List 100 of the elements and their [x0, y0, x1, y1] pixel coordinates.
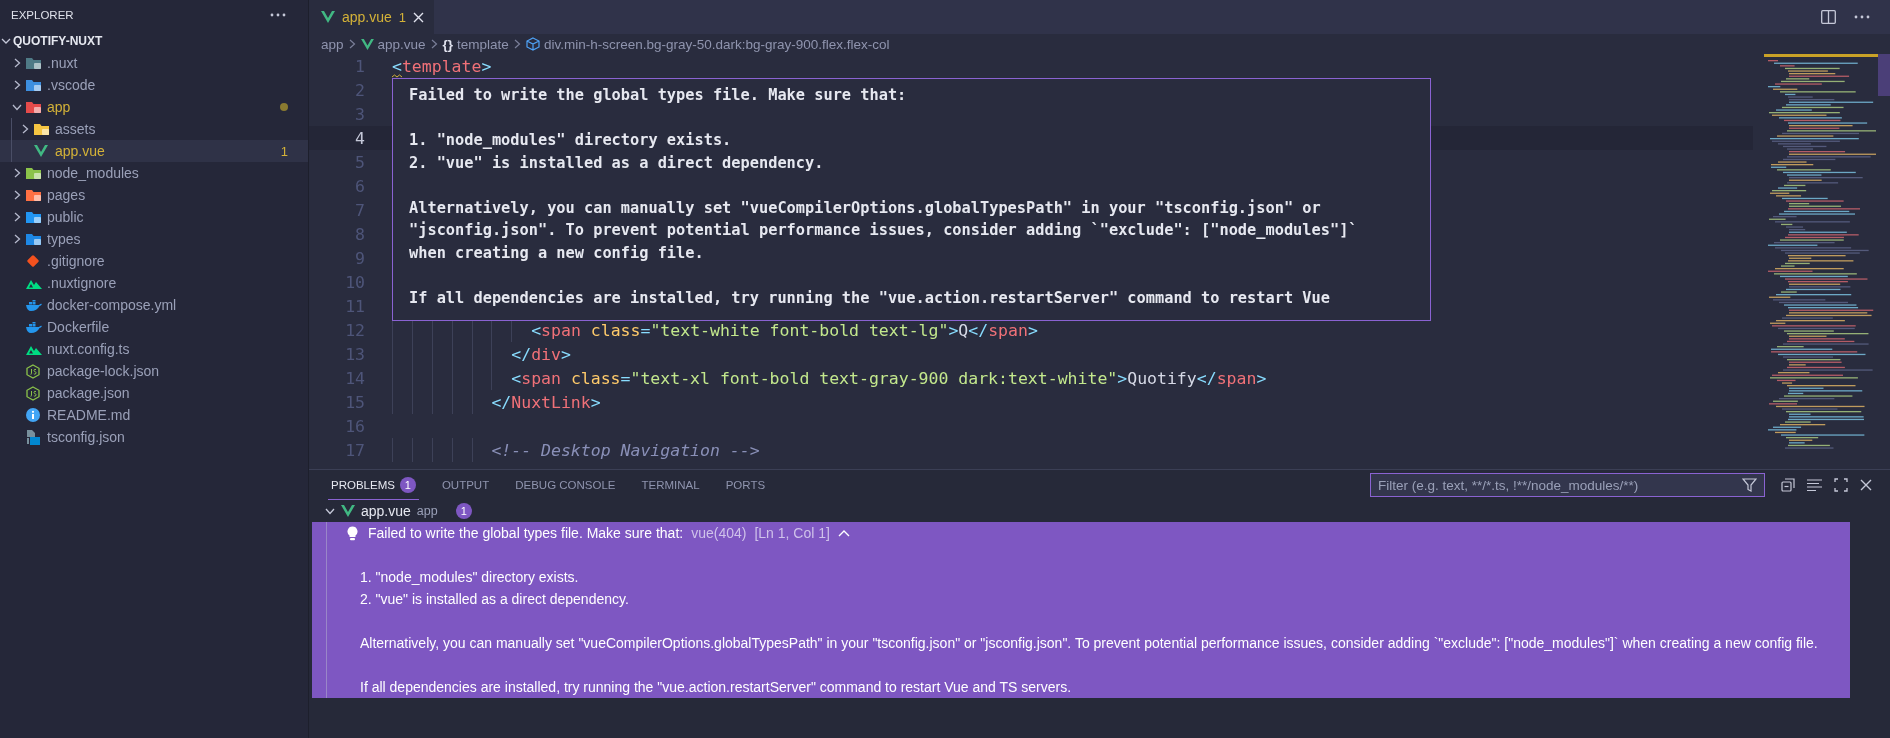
tree-item[interactable]: assets [0, 118, 308, 140]
line-number: 11 [344, 296, 365, 316]
tree-item-label: nuxt.config.ts [47, 341, 131, 357]
tree-item[interactable]: Dockerfile [0, 316, 308, 338]
tree-item[interactable]: package-lock.json [0, 360, 308, 382]
problem-file-row[interactable]: app.vue app 1 [309, 500, 1890, 522]
tree-item-label: docker-compose.yml [47, 297, 178, 313]
file-icon [26, 429, 40, 445]
panel-tab[interactable]: PORTS [722, 472, 769, 498]
folder-icon [26, 166, 42, 180]
folder-icon [26, 210, 42, 224]
line-number: 8 [354, 224, 365, 244]
cube-icon [525, 37, 540, 51]
tree-item[interactable]: .nuxtignore [0, 272, 308, 294]
problem-count: 1 [399, 476, 416, 493]
tree-item[interactable]: app [0, 96, 308, 118]
line-number: 5 [354, 152, 365, 172]
chevron-icon[interactable] [12, 234, 22, 244]
tree-item[interactable]: pages [0, 184, 308, 206]
split-editor-icon[interactable] [1821, 10, 1836, 24]
message-text: If all dependencies are installed, try running the "vue.action.restartServer" command to restart Vue [409, 287, 1330, 309]
list-icon[interactable] [1807, 479, 1822, 491]
message-text: 1. "node_modules" directory exists. 2. "vue" is installed as a direct dependency. [360, 568, 629, 609]
close-icon[interactable] [413, 11, 425, 23]
code-line: </div> [511, 344, 571, 364]
chevron-icon[interactable] [12, 102, 22, 112]
collapse-all-icon[interactable] [1781, 478, 1795, 492]
tree-item-label: public [47, 209, 85, 225]
folder-icon [34, 122, 50, 136]
filter-icon[interactable] [1742, 478, 1757, 492]
line-number: 1 [354, 56, 365, 76]
panel-tab[interactable]: OUTPUT [438, 472, 493, 498]
chevron-icon[interactable] [1, 36, 11, 46]
code-line: <!-- Desktop Navigation --> [491, 440, 760, 460]
folder-name: app [416, 504, 438, 518]
panel-tab[interactable]: PROBLEMS 1 [328, 470, 419, 500]
tree-item-label: pages [47, 187, 87, 203]
tab-label: app.vue [342, 9, 392, 25]
breadcrumb[interactable]: app.vue [360, 36, 426, 52]
v-icon [34, 145, 48, 157]
v-icon [360, 38, 374, 50]
code-line: </NuxtLink> [491, 392, 601, 412]
tree-item-label: tsconfig.json [47, 429, 126, 445]
v-icon [321, 11, 335, 23]
breadcrumb[interactable]: div.min-h-screen.bg-gray-50.dark:bg-gray-900.flex.flex-col [525, 36, 890, 52]
message-text: Failed to write the global types file. Make sure that: [409, 85, 907, 106]
more-icon[interactable] [270, 13, 286, 17]
panel-tab[interactable]: DEBUG CONSOLE [512, 472, 619, 498]
code-line: <span class="text-white font-bold text-lg">Q</span> [531, 320, 1038, 340]
tree-item[interactable]: tsconfig.json [0, 426, 308, 448]
tree-item[interactable]: .nuxt [0, 52, 308, 74]
project-name[interactable]: QUOTIFY-NUXT [13, 34, 103, 48]
more-icon[interactable] [1854, 15, 1870, 19]
chevron-icon[interactable] [20, 124, 30, 134]
message-text: Alternatively, you can manually set "vueCompilerOptions.globalTypesPath" in your "tsconfig.json" or "jsconfig.json". To prevent potential performance issues, consider adding `"exclude": ["node_modules"]` when creating a new config file. [360, 634, 1818, 653]
tree-item[interactable]: app.vue 1 [0, 140, 308, 162]
line-number: 13 [344, 344, 365, 364]
chevron-icon [348, 39, 356, 49]
tree-item[interactable]: package.json [0, 382, 308, 404]
tree-item[interactable]: node_modules [0, 162, 308, 184]
breadcrumb[interactable]: app [321, 36, 344, 52]
tree-item[interactable]: README.md [0, 404, 308, 426]
whale-icon [26, 321, 42, 333]
chevron-icon[interactable] [12, 212, 22, 222]
hexagon-icon [26, 385, 40, 401]
problem-source: vue(404) [691, 525, 747, 541]
message-text: 1. "node_modules" directory exists. 2. "vue" is installed as a direct dependency. [409, 130, 824, 174]
folder-icon [26, 100, 42, 114]
v-icon [341, 505, 355, 517]
tree-item-label: .nuxt [47, 55, 79, 71]
panel-tab[interactable]: TERMINAL [638, 472, 703, 498]
chevron-icon[interactable] [12, 58, 22, 68]
editor-tab[interactable]: app.vue 1 [309, 0, 435, 34]
chevron-icon[interactable] [325, 506, 335, 516]
tree-item[interactable]: .vscode [0, 74, 308, 96]
tree-item-label: .vscode [47, 77, 97, 93]
line-number: 2 [354, 80, 365, 100]
tree-item[interactable]: public [0, 206, 308, 228]
message-text: Failed to write the global types file. Make sure that: [368, 525, 684, 541]
breadcrumb[interactable]: {} template [442, 36, 509, 52]
whale-icon [26, 299, 42, 311]
tree-item[interactable]: nuxt.config.ts [0, 338, 308, 360]
diamond-icon [26, 254, 40, 268]
line-number: 16 [344, 416, 365, 436]
tree-item[interactable]: docker-compose.yml [0, 294, 308, 316]
tree-item-label: types [47, 231, 82, 247]
scrollbar-thumb[interactable] [1878, 54, 1890, 96]
line-number: 9 [354, 248, 365, 268]
chevron-icon[interactable] [12, 190, 22, 200]
line-number: 7 [354, 200, 365, 220]
problem-item[interactable] [312, 522, 1850, 698]
chevron-icon[interactable] [12, 168, 22, 178]
close-icon[interactable] [1860, 479, 1872, 491]
filter-field[interactable]: Filter (e.g. text, **/*.ts, !**/node_modules/**) [1370, 473, 1765, 497]
tree-item[interactable]: .gitignore [0, 250, 308, 272]
caret-icon[interactable] [837, 529, 850, 537]
tree-item[interactable]: types [0, 228, 308, 250]
maximize-icon[interactable] [1834, 478, 1848, 492]
warning-squiggle [392, 74, 402, 78]
chevron-icon[interactable] [12, 80, 22, 90]
